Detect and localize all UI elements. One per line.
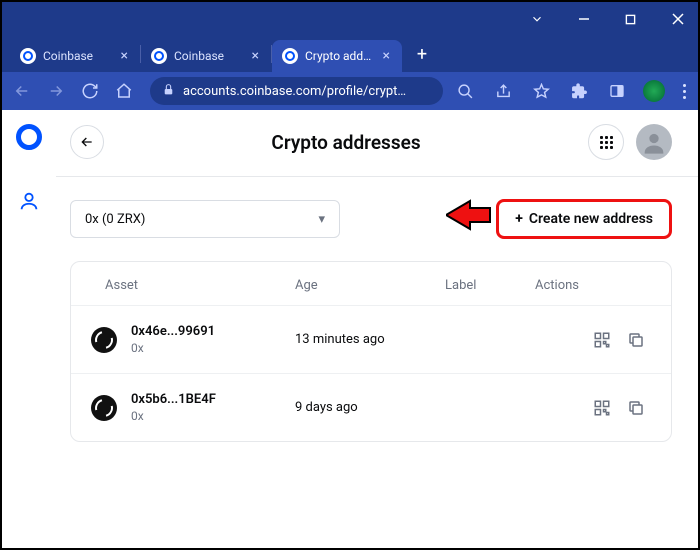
url-text: accounts.coinbase.com/profile/crypt… bbox=[183, 84, 431, 99]
browser-tab[interactable]: Coinbase × bbox=[10, 40, 140, 72]
sidepanel-icon[interactable] bbox=[605, 79, 629, 103]
back-button[interactable] bbox=[70, 125, 104, 159]
caret-down-icon: ▾ bbox=[318, 212, 325, 227]
address-text: 0x5b6...1BE4F bbox=[131, 392, 216, 407]
browser-menu-button[interactable] bbox=[679, 84, 690, 99]
apps-grid-button[interactable] bbox=[588, 124, 624, 160]
close-icon[interactable]: × bbox=[250, 48, 261, 64]
col-header-label: Label bbox=[445, 278, 535, 293]
qr-code-icon[interactable] bbox=[593, 399, 611, 417]
home-button[interactable] bbox=[112, 79, 136, 103]
extensions-icon[interactable] bbox=[567, 79, 591, 103]
window-maximize-button[interactable] bbox=[616, 5, 645, 33]
callout-arrow-icon bbox=[446, 195, 492, 235]
browser-tab[interactable]: Coinbase × bbox=[141, 40, 271, 72]
tab-title: Coinbase bbox=[174, 49, 243, 63]
tab-title: Crypto add… bbox=[305, 49, 374, 63]
asset-dropdown[interactable]: 0x (0 ZRX) ▾ bbox=[70, 200, 340, 238]
new-tab-button[interactable]: + bbox=[408, 40, 436, 68]
copy-icon[interactable] bbox=[627, 331, 645, 349]
col-header-actions: Actions bbox=[535, 278, 651, 293]
close-icon[interactable]: × bbox=[381, 48, 392, 64]
col-header-asset: Asset bbox=[105, 278, 295, 293]
address-text: 0x46e...99691 bbox=[131, 324, 215, 339]
qr-code-icon[interactable] bbox=[593, 331, 611, 349]
create-button-label: Create new address bbox=[529, 211, 653, 227]
lock-icon bbox=[162, 83, 175, 100]
plus-icon: + bbox=[515, 211, 523, 227]
dropdown-selected-value: 0x (0 ZRX) bbox=[85, 212, 145, 227]
zrx-icon bbox=[91, 395, 117, 421]
chevron-down-icon[interactable] bbox=[522, 5, 551, 33]
coinbase-logo[interactable] bbox=[16, 124, 42, 150]
coinbase-favicon bbox=[282, 48, 298, 64]
page-title: Crypto addresses bbox=[271, 131, 420, 154]
addresses-table: Asset Age Label Actions 0x46e...99691 0x… bbox=[70, 261, 672, 442]
coinbase-favicon bbox=[20, 48, 36, 64]
table-row: 0x46e...99691 0x 13 minutes ago bbox=[71, 305, 671, 373]
avatar[interactable] bbox=[636, 124, 672, 160]
browser-toolbar: accounts.coinbase.com/profile/crypt… bbox=[2, 72, 698, 110]
reload-button[interactable] bbox=[78, 79, 102, 103]
close-icon[interactable]: × bbox=[119, 48, 130, 64]
extension-badge[interactable] bbox=[643, 80, 665, 102]
asset-symbol: 0x bbox=[131, 341, 215, 355]
main-content: Crypto addresses 0x (0 ZRX) ▾ + Cre bbox=[56, 110, 698, 548]
create-new-address-button[interactable]: + Create new address bbox=[496, 199, 672, 239]
browser-tabstrip: Coinbase × Coinbase × Crypto add… × + bbox=[2, 36, 698, 72]
bookmark-star-icon[interactable] bbox=[529, 79, 553, 103]
zrx-icon bbox=[91, 327, 117, 353]
left-rail bbox=[2, 110, 56, 548]
zoom-icon[interactable] bbox=[453, 79, 477, 103]
nav-forward-button[interactable] bbox=[44, 79, 68, 103]
address-bar[interactable]: accounts.coinbase.com/profile/crypt… bbox=[150, 77, 443, 105]
copy-icon[interactable] bbox=[627, 399, 645, 417]
browser-tab-active[interactable]: Crypto add… × bbox=[272, 40, 402, 72]
window-minimize-button[interactable] bbox=[569, 5, 598, 33]
col-header-age: Age bbox=[295, 278, 445, 293]
age-text: 13 minutes ago bbox=[295, 332, 445, 347]
user-icon[interactable] bbox=[18, 190, 40, 212]
age-text: 9 days ago bbox=[295, 400, 445, 415]
window-close-button[interactable] bbox=[663, 5, 692, 33]
coinbase-favicon bbox=[151, 48, 167, 64]
asset-symbol: 0x bbox=[131, 409, 216, 423]
window-titlebar bbox=[2, 2, 698, 36]
nav-back-button[interactable] bbox=[10, 79, 34, 103]
tab-title: Coinbase bbox=[43, 49, 112, 63]
table-header: Asset Age Label Actions bbox=[71, 262, 671, 305]
share-icon[interactable] bbox=[491, 79, 515, 103]
table-row: 0x5b6...1BE4F 0x 9 days ago bbox=[71, 373, 671, 441]
